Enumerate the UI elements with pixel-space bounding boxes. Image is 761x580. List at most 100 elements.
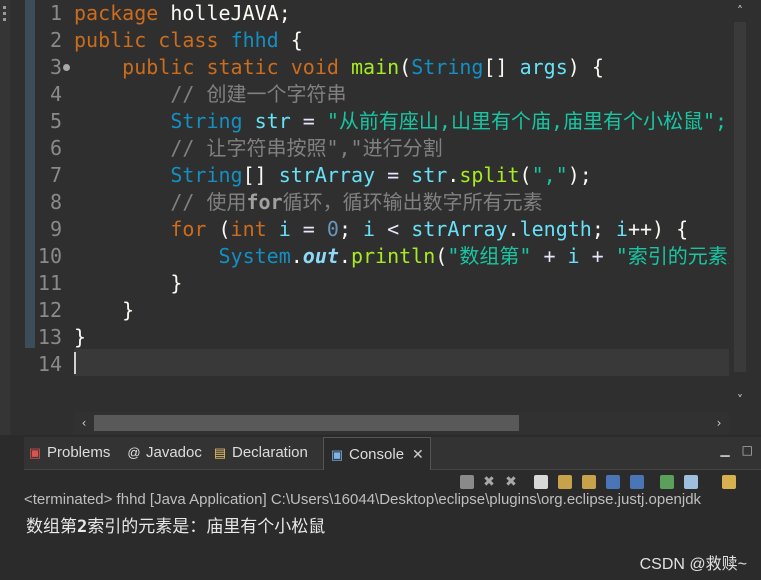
line-number: 11 bbox=[37, 271, 62, 295]
class-name: fhhd bbox=[230, 28, 279, 52]
chevron-down-icon[interactable]: ˅ bbox=[729, 390, 751, 410]
operator: = bbox=[375, 163, 412, 187]
paren: ( bbox=[519, 163, 532, 187]
code-punct: ) { bbox=[567, 55, 604, 79]
code-line-7[interactable]: String[] strArray = str.split(","); bbox=[74, 162, 591, 189]
line-number: 5 bbox=[49, 109, 62, 133]
comment-keyword: for bbox=[246, 190, 283, 214]
paren: ( bbox=[399, 55, 412, 79]
array-brackets: [] bbox=[483, 55, 520, 79]
tab-javadoc[interactable]: @ Javadoc bbox=[127, 437, 201, 469]
line-number: 12 bbox=[37, 298, 62, 322]
tab-label: Declaration bbox=[232, 444, 308, 461]
code-area[interactable]: package holleJAVA; public class fhhd { p… bbox=[74, 0, 729, 405]
fold-collapse-icon[interactable] bbox=[63, 64, 70, 71]
display-console-icon[interactable] bbox=[684, 475, 698, 489]
line-number: 14 bbox=[37, 352, 62, 376]
string-literal: "数组第" bbox=[447, 244, 532, 268]
show-on-error-icon[interactable] bbox=[630, 475, 644, 489]
left-trim-strip bbox=[0, 0, 10, 435]
code-line-5[interactable]: String str = "从前有座山,山里有个庙,庙里有个小松鼠"; bbox=[74, 108, 727, 135]
array-brackets: [] bbox=[242, 163, 279, 187]
variable: str bbox=[411, 163, 448, 187]
keyword: void bbox=[290, 55, 339, 79]
keyword: public bbox=[74, 28, 147, 52]
pin-console-icon[interactable] bbox=[660, 475, 674, 489]
close-icon[interactable]: ✕ bbox=[412, 446, 424, 462]
variable: i bbox=[363, 217, 376, 241]
minimize-icon[interactable]: ▁ bbox=[720, 443, 729, 457]
code-line-9[interactable]: for (int i = 0; i < strArray.length; i++… bbox=[74, 216, 688, 243]
code-line-12[interactable]: } bbox=[74, 297, 134, 324]
keyword: for bbox=[170, 217, 207, 241]
tab-label: Problems bbox=[47, 444, 111, 461]
line-number: 13 bbox=[37, 325, 62, 349]
horizontal-scroll-thumb[interactable] bbox=[94, 415, 519, 431]
maximize-icon[interactable]: □ bbox=[742, 443, 753, 457]
tab-label: Console bbox=[349, 446, 405, 463]
code-line-4[interactable]: // 创建一个字符串 bbox=[74, 81, 346, 108]
string-literal: "索引的元素是：" bbox=[615, 244, 729, 268]
comment: // 创建一个字符串 bbox=[170, 82, 347, 106]
comment: 循环，循环输出数字所有元素 bbox=[282, 190, 543, 214]
code-line-1[interactable]: package holleJAVA; bbox=[74, 0, 291, 27]
trim-dot bbox=[3, 18, 6, 21]
word-wrap-icon[interactable] bbox=[582, 475, 596, 489]
vertical-scroll-thumb[interactable] bbox=[734, 22, 746, 372]
code-line-11[interactable]: } bbox=[74, 270, 182, 297]
chevron-up-icon[interactable]: ˄ bbox=[729, 0, 751, 22]
variable: i bbox=[278, 217, 291, 241]
code-line-3[interactable]: public static void main(String[] args) { bbox=[74, 54, 604, 81]
tab-console[interactable]: ▣ Console ✕ bbox=[323, 437, 431, 470]
paren: ( bbox=[206, 217, 231, 241]
line-number: 6 bbox=[49, 136, 62, 160]
static-field: out bbox=[302, 244, 339, 268]
open-console-icon[interactable] bbox=[722, 475, 736, 489]
code-editor[interactable]: 1 2 3 4 5 6 7 8 9 10 11 12 13 14 package… bbox=[0, 0, 761, 435]
variable: i bbox=[567, 244, 580, 268]
clear-console-icon[interactable] bbox=[534, 475, 548, 489]
code-line-6[interactable]: // 让字符串按照","进行分割 bbox=[74, 135, 443, 162]
tab-problems[interactable]: ▣ Problems bbox=[28, 437, 111, 469]
horizontal-scrollbar[interactable]: ‹ › bbox=[74, 412, 729, 434]
trim-dot bbox=[3, 12, 6, 15]
terminate-icon[interactable] bbox=[460, 475, 474, 489]
output-text: 数组第 bbox=[26, 517, 77, 537]
code-line-2[interactable]: public class fhhd { bbox=[74, 27, 303, 54]
operator: + bbox=[579, 244, 616, 268]
code-line-10[interactable]: System.out.println("数组第" + i + "索引的元素是：" bbox=[74, 243, 730, 270]
vertical-scrollbar[interactable]: ˄ ˅ bbox=[729, 0, 751, 410]
code-line-13[interactable]: } bbox=[74, 324, 86, 351]
chevron-left-icon[interactable]: ‹ bbox=[74, 412, 94, 434]
number-literal: 0 bbox=[326, 217, 339, 241]
dot: . bbox=[447, 163, 460, 187]
dot: . bbox=[507, 217, 520, 241]
chevron-right-icon[interactable]: › bbox=[709, 412, 729, 434]
keyword: package bbox=[74, 1, 159, 25]
method-name: main bbox=[350, 55, 400, 79]
console-status: <terminated> fhhd [Java Application] C:\… bbox=[24, 491, 702, 508]
problems-icon: ▣ bbox=[28, 445, 42, 460]
line-number: 4 bbox=[49, 82, 62, 106]
panel-window-controls: ▁ □ bbox=[708, 443, 753, 457]
console-output[interactable]: 数组第2索引的元素是：庙里有个小松鼠 bbox=[26, 514, 325, 540]
tab-declaration[interactable]: ▤ Declaration bbox=[213, 437, 308, 469]
scroll-lock-icon[interactable] bbox=[558, 475, 572, 489]
brace: } bbox=[74, 325, 87, 349]
line-number: 3 bbox=[49, 55, 62, 79]
line-number-gutter: 1 2 3 4 5 6 7 8 9 10 11 12 13 14 bbox=[35, 0, 73, 405]
remove-all-icon[interactable]: ✖ bbox=[504, 475, 518, 489]
package-name: holleJAVA; bbox=[170, 1, 291, 25]
comment: // 让字符串按照","进行分割 bbox=[170, 136, 443, 160]
operator: < bbox=[375, 217, 412, 241]
line-number: 7 bbox=[49, 163, 62, 187]
variable: strArray bbox=[411, 217, 508, 241]
line-number: 9 bbox=[49, 217, 62, 241]
code-line-8[interactable]: // 使用for循环，循环输出数字所有元素 bbox=[74, 189, 543, 216]
operator: + bbox=[531, 244, 568, 268]
show-on-output-icon[interactable] bbox=[606, 475, 620, 489]
keyword: class bbox=[158, 28, 219, 52]
type-name: String bbox=[170, 109, 243, 133]
line-number: 1 bbox=[49, 1, 62, 25]
remove-launch-icon[interactable]: ✖ bbox=[482, 475, 496, 489]
